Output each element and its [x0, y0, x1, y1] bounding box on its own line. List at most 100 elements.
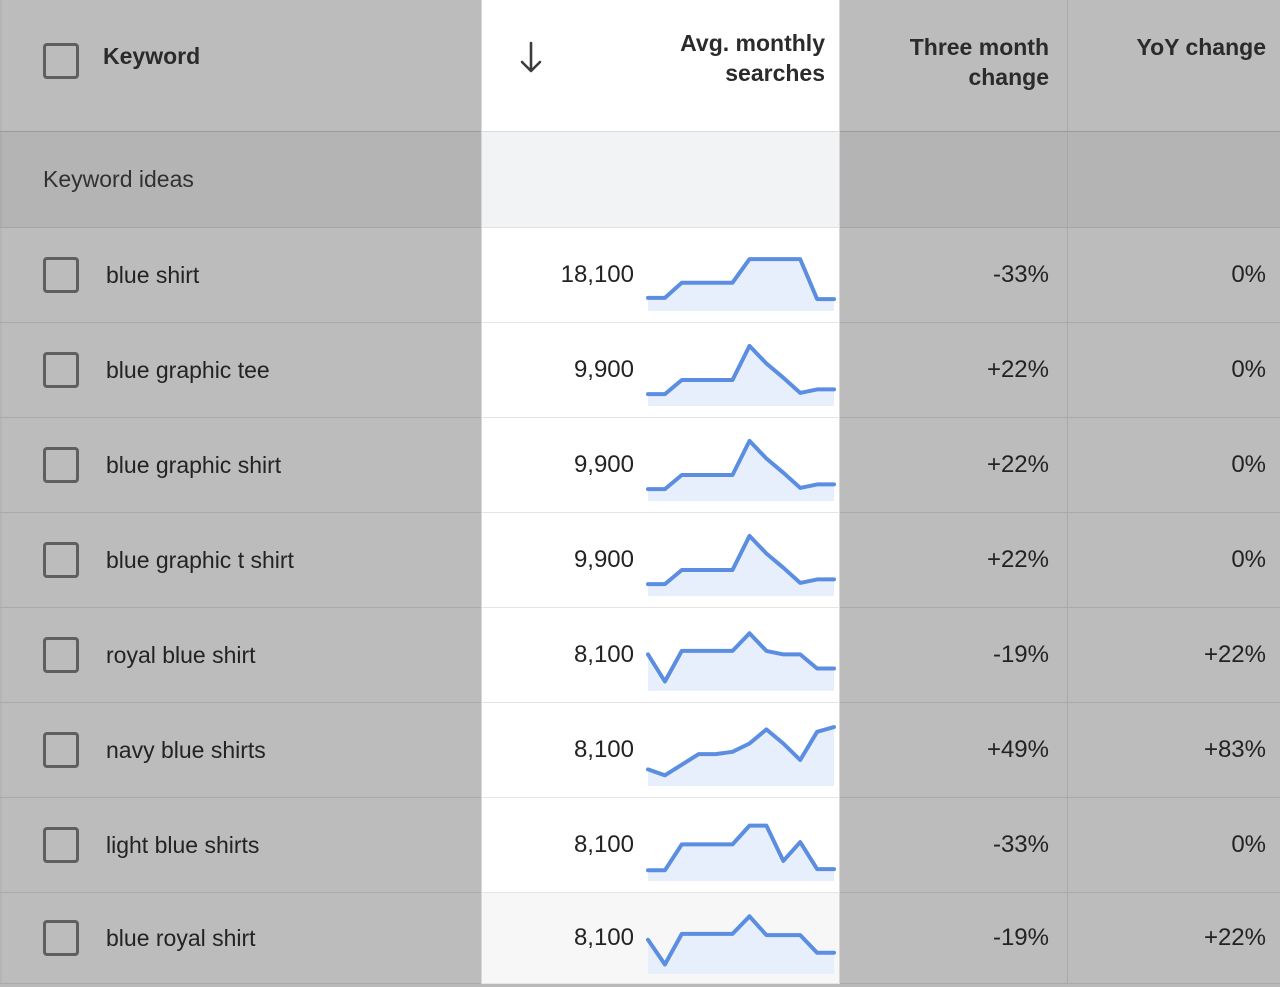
keyword-label: light blue shirts — [106, 832, 259, 859]
header-cell-yoy-change[interactable]: YoY change — [1068, 0, 1280, 132]
keyword-label: blue graphic shirt — [106, 452, 281, 479]
row-cell-avg-monthly-searches[interactable]: 8,100 — [481, 703, 840, 798]
table-row[interactable]: light blue shirts 8,100 -33% 0% — [0, 798, 1280, 893]
row-cell-avg-monthly-searches[interactable]: 8,100 — [481, 893, 840, 984]
row-cell-avg-monthly-searches[interactable]: 9,900 — [481, 513, 840, 608]
keyword-label: navy blue shirts — [106, 737, 266, 764]
row-cell-three-month-change[interactable]: -19% — [840, 893, 1068, 984]
group-cell-searches — [481, 132, 840, 228]
header-cell-three-month-change[interactable]: Three month change — [840, 0, 1068, 132]
trend-sparkline-chart — [634, 902, 836, 974]
yoy-change-value: +22% — [1204, 641, 1266, 669]
row-cell-avg-monthly-searches[interactable]: 9,900 — [481, 418, 840, 513]
row-cell-keyword[interactable]: blue royal shirt — [0, 893, 481, 984]
yoy-change-value: +83% — [1204, 736, 1266, 764]
row-cell-yoy-change[interactable]: 0% — [1068, 513, 1280, 608]
keyword-label: blue graphic t shirt — [106, 547, 294, 574]
trend-sparkline-chart — [634, 524, 836, 596]
select-all-checkbox-icon[interactable] — [43, 43, 79, 79]
row-cell-avg-monthly-searches[interactable]: 18,100 — [481, 228, 840, 323]
avg-monthly-searches-value: 9,900 — [482, 546, 634, 574]
row-cell-yoy-change[interactable]: 0% — [1068, 228, 1280, 323]
row-cell-three-month-change[interactable]: +22% — [840, 323, 1068, 418]
table-row[interactable]: blue graphic t shirt 9,900 +22% 0% — [0, 513, 1280, 608]
trend-sparkline-chart — [634, 239, 836, 311]
header-label-yoy-change: YoY change — [1136, 32, 1266, 62]
row-cell-three-month-change[interactable]: +22% — [840, 513, 1068, 608]
checkbox-unchecked-icon[interactable] — [43, 352, 79, 388]
three-month-change-value: +22% — [987, 356, 1049, 384]
keyword-ideas-table: Keyword Avg. monthly searches Three mont… — [0, 0, 1280, 987]
table-row[interactable]: blue graphic shirt 9,900 +22% 0% — [0, 418, 1280, 513]
yoy-change-value: 0% — [1231, 356, 1266, 384]
row-cell-keyword[interactable]: light blue shirts — [0, 798, 481, 893]
row-cell-three-month-change[interactable]: -33% — [840, 798, 1068, 893]
row-cell-yoy-change[interactable]: 0% — [1068, 418, 1280, 513]
group-label: Keyword ideas — [43, 166, 194, 193]
checkbox-unchecked-icon[interactable] — [43, 637, 79, 673]
yoy-change-value: 0% — [1231, 546, 1266, 574]
three-month-change-value: +49% — [987, 736, 1049, 764]
header-label-keyword: Keyword — [103, 43, 200, 70]
keyword-label: blue shirt — [106, 262, 199, 289]
arrow-down-icon[interactable] — [516, 40, 546, 78]
row-cell-yoy-change[interactable]: +83% — [1068, 703, 1280, 798]
avg-monthly-searches-value: 8,100 — [482, 736, 634, 764]
avg-monthly-searches-value: 8,100 — [482, 924, 634, 952]
avg-monthly-searches-value: 8,100 — [482, 641, 634, 669]
row-cell-yoy-change[interactable]: 0% — [1068, 798, 1280, 893]
table-row[interactable]: blue graphic tee 9,900 +22% 0% — [0, 323, 1280, 418]
row-cell-keyword[interactable]: blue graphic tee — [0, 323, 481, 418]
group-cell-three-month — [840, 132, 1068, 228]
trend-sparkline-chart — [634, 334, 836, 406]
checkbox-unchecked-icon[interactable] — [43, 542, 79, 578]
row-cell-keyword[interactable]: navy blue shirts — [0, 703, 481, 798]
table-row[interactable]: blue royal shirt 8,100 -19% +22% — [0, 893, 1280, 984]
row-cell-three-month-change[interactable]: -19% — [840, 608, 1068, 703]
avg-monthly-searches-value: 8,100 — [482, 831, 634, 859]
table-row[interactable]: royal blue shirt 8,100 -19% +22% — [0, 608, 1280, 703]
keyword-label: royal blue shirt — [106, 642, 256, 669]
row-cell-keyword[interactable]: blue graphic shirt — [0, 418, 481, 513]
row-cell-keyword[interactable]: blue graphic t shirt — [0, 513, 481, 608]
row-cell-avg-monthly-searches[interactable]: 8,100 — [481, 608, 840, 703]
header-label-avg-monthly-searches: Avg. monthly searches — [680, 30, 825, 86]
table-row[interactable]: navy blue shirts 8,100 +49% +83% — [0, 703, 1280, 798]
group-cell-yoy — [1068, 132, 1280, 228]
three-month-change-value: -19% — [993, 924, 1049, 952]
row-cell-three-month-change[interactable]: +49% — [840, 703, 1068, 798]
row-cell-yoy-change[interactable]: +22% — [1068, 893, 1280, 984]
three-month-change-value: +22% — [987, 546, 1049, 574]
keyword-label: blue graphic tee — [106, 357, 270, 384]
table-row[interactable]: blue shirt 18,100-33%0% — [0, 228, 1280, 323]
row-cell-yoy-change[interactable]: +22% — [1068, 608, 1280, 703]
three-month-change-value: -33% — [993, 831, 1049, 859]
table-header-row: Keyword Avg. monthly searches Three mont… — [0, 0, 1280, 132]
three-month-change-value: -19% — [993, 641, 1049, 669]
checkbox-unchecked-icon[interactable] — [43, 827, 79, 863]
trend-sparkline-chart — [634, 429, 836, 501]
row-cell-keyword[interactable]: blue shirt — [0, 228, 481, 323]
avg-monthly-searches-value: 9,900 — [482, 356, 634, 384]
checkbox-unchecked-icon[interactable] — [43, 732, 79, 768]
keyword-label: blue royal shirt — [106, 925, 256, 952]
three-month-change-value: +22% — [987, 451, 1049, 479]
checkbox-unchecked-icon[interactable] — [43, 257, 79, 293]
yoy-change-value: +22% — [1204, 924, 1266, 952]
trend-sparkline-chart — [634, 714, 836, 786]
trend-sparkline-chart — [634, 809, 836, 881]
group-row-keyword-ideas: Keyword ideas — [0, 132, 1280, 228]
row-cell-three-month-change[interactable]: +22% — [840, 418, 1068, 513]
checkbox-unchecked-icon[interactable] — [43, 920, 79, 956]
row-cell-avg-monthly-searches[interactable]: 9,900 — [481, 323, 840, 418]
header-label-three-month-change: Three month change — [840, 32, 1049, 93]
trend-sparkline-chart — [634, 619, 836, 691]
header-cell-keyword[interactable]: Keyword — [0, 0, 481, 132]
row-cell-yoy-change[interactable]: 0% — [1068, 323, 1280, 418]
row-cell-avg-monthly-searches[interactable]: 8,100 — [481, 798, 840, 893]
row-cell-three-month-change[interactable]: -33% — [840, 228, 1068, 323]
yoy-change-value: 0% — [1231, 831, 1266, 859]
row-cell-keyword[interactable]: royal blue shirt — [0, 608, 481, 703]
checkbox-unchecked-icon[interactable] — [43, 447, 79, 483]
header-cell-avg-monthly-searches[interactable]: Avg. monthly searches — [481, 0, 840, 132]
